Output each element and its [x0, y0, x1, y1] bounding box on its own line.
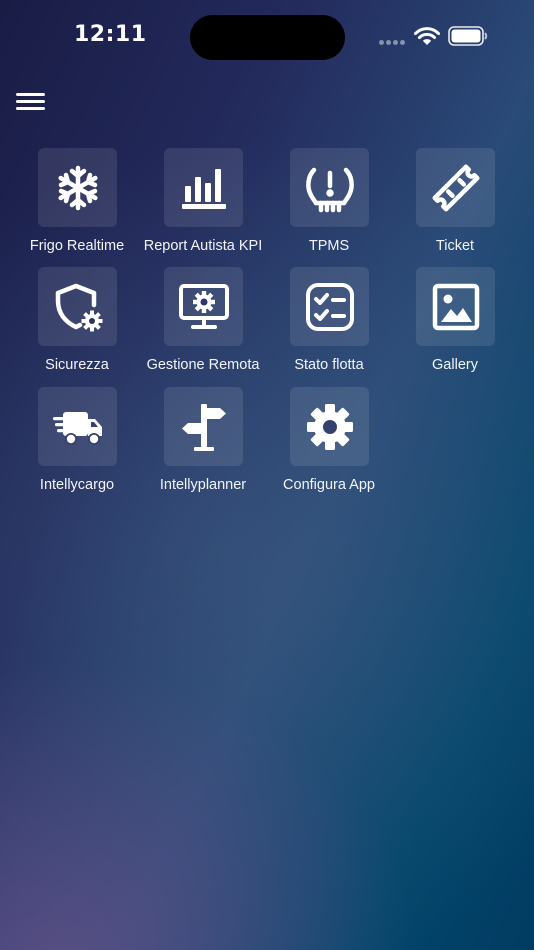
app-tile-icon-box — [416, 267, 495, 346]
ticket-icon — [432, 164, 479, 211]
app-tile-label: Intellyplanner — [159, 477, 247, 493]
cellular-signal-icon — [379, 40, 407, 45]
dynamic-island — [190, 15, 345, 60]
app-tile-icon-box — [38, 267, 117, 346]
app-tile-icon-box — [290, 387, 369, 466]
wifi-icon — [414, 27, 440, 45]
app-tile-icon-box — [164, 387, 243, 466]
app-tile-gallery[interactable]: Gallery — [392, 267, 518, 379]
app-tile-tpms[interactable]: TPMS — [266, 148, 392, 260]
app-tile-label: Report Autista KPI — [143, 238, 263, 254]
app-tile-intellycargo[interactable]: Intellycargo — [14, 387, 140, 499]
app-tile-stato-flotta[interactable]: Stato flotta — [266, 267, 392, 379]
app-tile-icon-box — [164, 148, 243, 227]
bar-chart-icon — [181, 168, 226, 209]
checklist-icon — [305, 282, 354, 331]
app-tile-icon-box — [416, 148, 495, 227]
app-tile-ticket[interactable]: Ticket — [392, 148, 518, 260]
fast-truck-icon — [52, 411, 102, 445]
status-bar: 12:11 — [0, 0, 534, 72]
image-icon — [432, 283, 479, 330]
app-tile-configura-app[interactable]: Configura App — [266, 387, 392, 499]
gear-icon — [306, 403, 353, 450]
app-tile-report-autista-kpi[interactable]: Report Autista KPI — [140, 148, 266, 260]
snowflake-icon — [57, 165, 98, 210]
status-time: 12:11 — [74, 22, 147, 47]
monitor-gear-icon — [178, 283, 229, 329]
app-tile-gestione-remota[interactable]: Gestione Remota — [140, 267, 266, 379]
app-tile-label: Frigo Realtime — [29, 238, 125, 254]
app-tile-icon-box — [290, 267, 369, 346]
shield-gear-icon — [55, 283, 102, 331]
app-tile-icon-box — [164, 267, 243, 346]
app-tile-label: Sicurezza — [45, 357, 109, 373]
app-tile-icon-box — [38, 148, 117, 227]
app-tile-sicurezza[interactable]: Sicurezza — [14, 267, 140, 379]
tire-pressure-warning-icon — [305, 167, 354, 212]
hamburger-menu-button[interactable] — [14, 88, 48, 116]
app-tile-label: Configura App — [283, 477, 375, 493]
app-tile-intellyplanner[interactable]: Intellyplanner — [140, 387, 266, 499]
app-tile-icon-box — [290, 148, 369, 227]
signpost-icon — [181, 403, 226, 451]
app-tile-icon-box — [38, 387, 117, 466]
app-tile-label: Gestione Remota — [146, 357, 260, 373]
battery-icon — [448, 26, 488, 46]
app-tile-frigo-realtime[interactable]: Frigo Realtime — [14, 148, 140, 260]
app-tile-label: Intellycargo — [39, 477, 115, 493]
app-tile-label: Gallery — [432, 357, 478, 373]
app-tile-label: TPMS — [308, 238, 350, 254]
app-tile-label: Stato flotta — [294, 357, 364, 373]
app-tile-label: Ticket — [435, 238, 475, 254]
